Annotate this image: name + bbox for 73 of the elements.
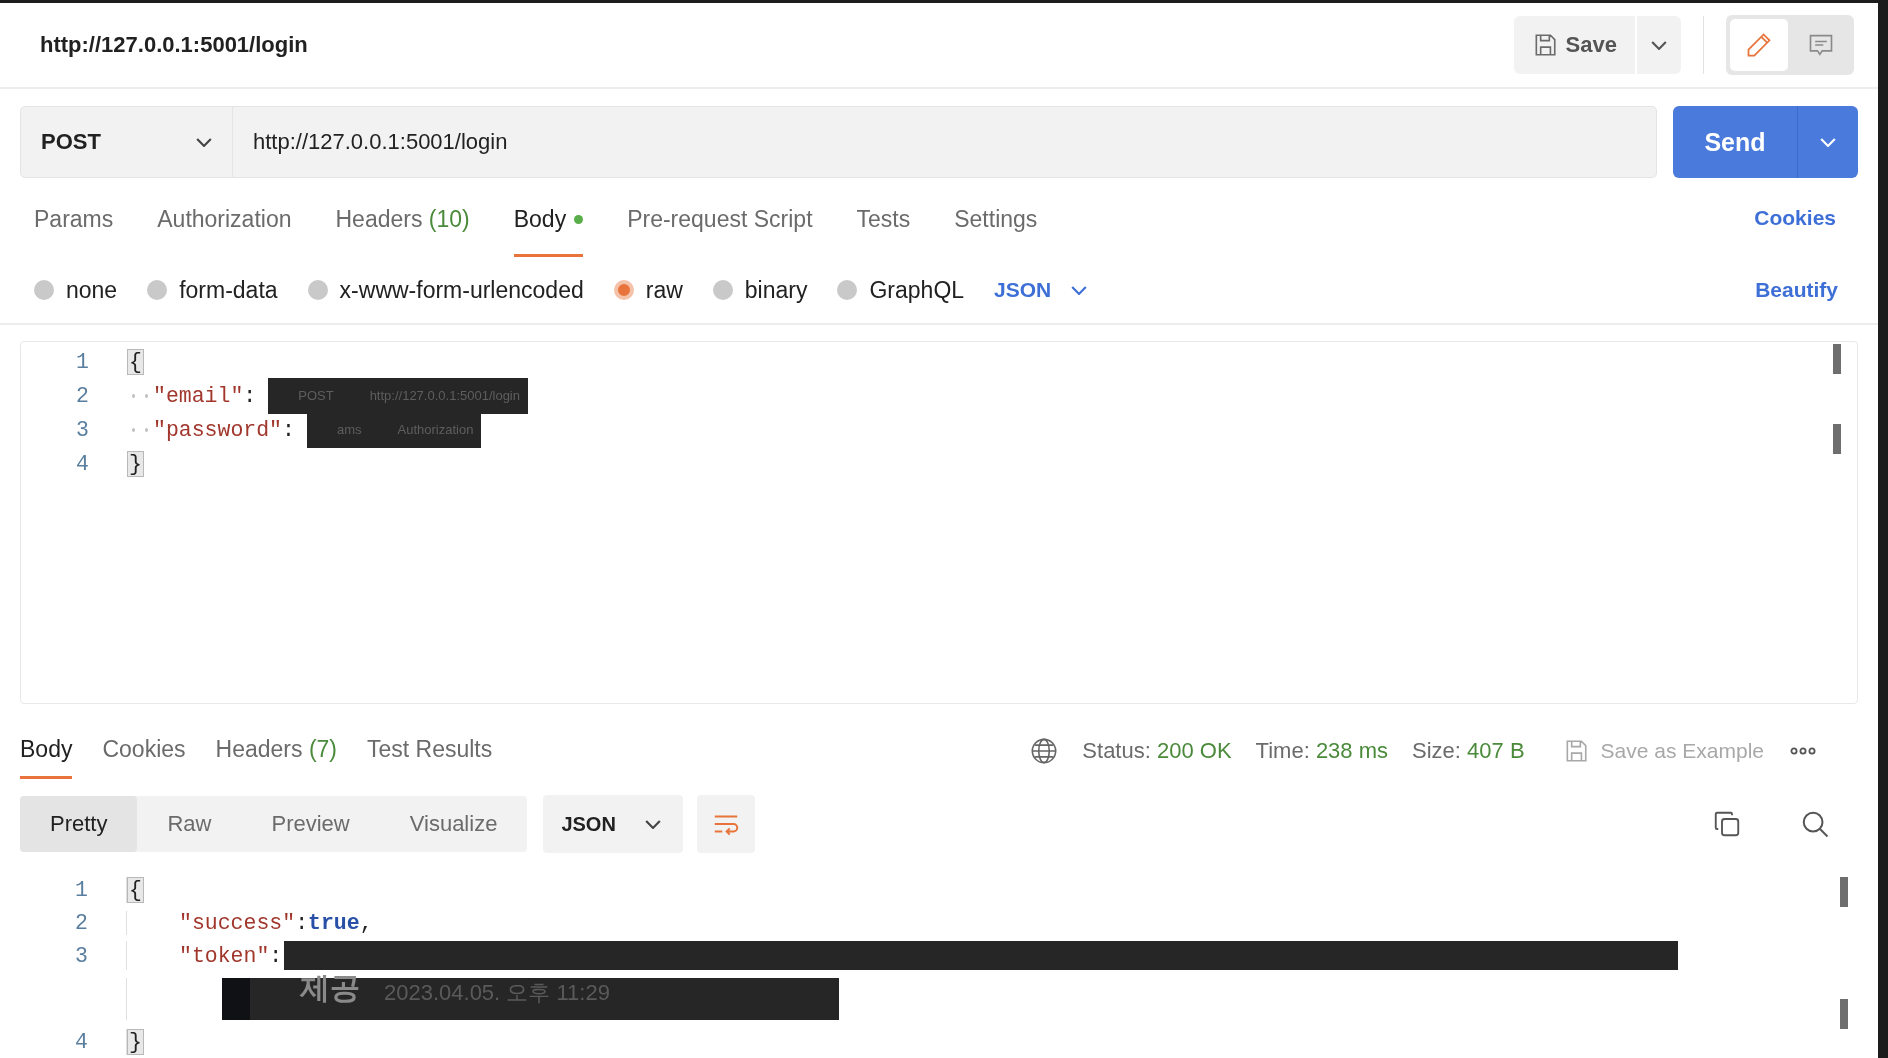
body-type-radio[interactable]: raw — [613, 276, 683, 304]
json-punctuation: : — [243, 383, 257, 408]
edit-mode-button[interactable] — [1730, 19, 1788, 72]
response-stat: Status: 200 OK — [1082, 738, 1232, 765]
line-number: 2 — [75, 383, 89, 408]
beautify-link[interactable]: Beautify — [1755, 278, 1838, 303]
caret-icon — [645, 819, 662, 829]
response-tab[interactable]: Headers (7) — [215, 723, 337, 779]
send-dropdown-button[interactable] — [1798, 106, 1858, 179]
globe-icon — [1030, 737, 1059, 766]
caret-icon — [1820, 137, 1836, 147]
body-type-radio[interactable]: x-www-form-urlencoded — [307, 276, 584, 304]
body-type-radio[interactable]: GraphQL — [837, 276, 965, 304]
response-tab[interactable]: Body — [20, 723, 73, 779]
cookies-link[interactable]: Cookies — [1754, 205, 1836, 230]
line-number: 2 — [74, 910, 88, 935]
caret-icon — [196, 137, 212, 147]
request-tab[interactable]: Authorization — [157, 178, 292, 258]
response-tab[interactable]: Cookies — [102, 723, 186, 779]
faded-overlay-text: ams — [336, 422, 362, 438]
method-select[interactable]: POST — [20, 106, 233, 179]
response-tab[interactable]: Test Results — [367, 723, 493, 779]
view-mode-tab[interactable]: Raw — [137, 796, 242, 852]
line-number: 3 — [75, 417, 89, 442]
request-tab[interactable]: Headers (10) — [335, 178, 470, 258]
json-boolean: true — [308, 910, 360, 935]
json-brace: } — [127, 450, 144, 477]
json-key: "email" — [153, 383, 244, 408]
body-type-radio[interactable]: none — [34, 276, 118, 304]
copy-icon[interactable] — [1712, 809, 1742, 839]
save-button[interactable]: Save — [1513, 16, 1635, 75]
json-punctuation: : — [295, 910, 309, 935]
json-punctuation: , — [359, 910, 373, 935]
json-key: "success" — [179, 910, 296, 935]
json-brace: } — [127, 1028, 144, 1055]
response-stat: Time: 238 ms — [1255, 738, 1389, 765]
request-body-editor[interactable]: 1 { 2 "email": POST http://127.0.0.1:5001/login 3 "password": ams Authorization 4 } — [20, 340, 1858, 704]
line-number: 4 — [75, 451, 89, 476]
json-punctuation: : — [269, 943, 283, 968]
json-brace: { — [127, 348, 144, 375]
body-type-radio[interactable]: form-data — [147, 276, 278, 304]
wrap-lines-button[interactable] — [697, 795, 756, 853]
request-tab[interactable]: Body — [513, 178, 584, 258]
request-tab[interactable]: Settings — [954, 178, 1038, 258]
request-tab[interactable]: Tests — [856, 178, 911, 258]
json-brace: { — [127, 876, 144, 903]
json-punctuation: : — [282, 417, 295, 442]
url-field[interactable]: http://127.0.0.1:5001/login — [233, 106, 1657, 179]
view-mode-tab[interactable]: Preview — [241, 796, 380, 852]
format-select[interactable]: JSON — [994, 278, 1088, 303]
request-tab[interactable]: Params — [34, 178, 114, 258]
line-number: 1 — [74, 877, 88, 902]
line-number: 1 — [75, 349, 89, 374]
faded-overlay-text: POST — [298, 388, 334, 404]
faded-overlay-text: 제공 — [300, 969, 360, 1006]
faded-overlay-text: http://127.0.0.1:5001/login — [369, 388, 520, 404]
more-options-icon[interactable] — [1790, 747, 1816, 756]
faded-overlay-text: Authorization — [397, 422, 474, 438]
body-type-radio[interactable]: binary — [712, 276, 808, 304]
json-key: "password" — [153, 417, 283, 442]
view-mode-tab[interactable]: Visualize — [379, 796, 528, 852]
response-stat: Size: 407 B — [1412, 738, 1525, 765]
line-number: 4 — [74, 1029, 88, 1054]
json-key: "token" — [179, 943, 270, 968]
caret-icon — [1071, 285, 1088, 295]
view-mode-tab[interactable]: Pretty — [20, 796, 138, 852]
request-tab[interactable]: Pre-request Script — [627, 178, 813, 258]
search-icon[interactable] — [1800, 809, 1830, 839]
caret-icon — [1651, 40, 1667, 50]
line-number: 3 — [74, 943, 88, 968]
response-format-select[interactable]: JSON — [543, 795, 684, 853]
send-button[interactable]: Send — [1673, 106, 1798, 179]
request-title: http://127.0.0.1:5001/login — [40, 32, 308, 59]
